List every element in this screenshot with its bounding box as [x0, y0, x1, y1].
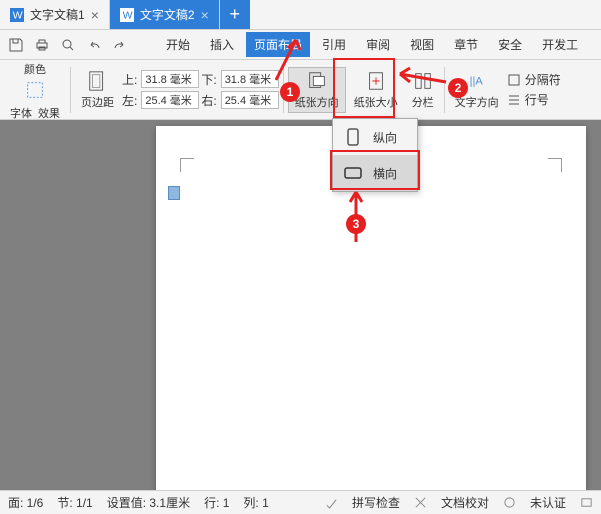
word-doc-icon: W	[10, 8, 24, 22]
toolbar-row: 开始 插入 页面布局 引用 审阅 视图 章节 安全 开发工	[0, 30, 601, 60]
paper-size-button[interactable]: 纸张大小	[348, 68, 404, 112]
main-menu: 开始 插入 页面布局 引用 审阅 视图 章节 安全 开发工	[158, 32, 586, 57]
print-icon[interactable]	[34, 37, 50, 53]
status-setval[interactable]: 设置值: 3.1厘米	[107, 494, 190, 511]
breaks-button[interactable]: 分隔符	[507, 71, 561, 88]
menu-review[interactable]: 审阅	[358, 32, 398, 57]
quick-access-toolbar	[8, 37, 128, 53]
status-section[interactable]: 节: 1/1	[57, 494, 92, 511]
menu-reference[interactable]: 引用	[314, 32, 354, 57]
auth-icon[interactable]	[503, 496, 516, 509]
undo-icon[interactable]	[86, 37, 102, 53]
palette-icon	[24, 79, 46, 101]
spell-icon[interactable]	[325, 496, 338, 509]
view-mode-icon[interactable]	[580, 496, 593, 509]
margin-corner	[548, 158, 562, 172]
font-label[interactable]: 字体	[10, 105, 32, 121]
annotation-badge-1: 1	[280, 82, 300, 102]
orientation-icon	[306, 70, 328, 92]
menu-dev[interactable]: 开发工	[534, 32, 586, 57]
orientation-dropdown: 纵向 横向	[332, 118, 418, 192]
status-col[interactable]: 列: 1	[243, 494, 268, 511]
margins-icon	[87, 70, 109, 92]
margin-bottom-input[interactable]	[221, 70, 279, 88]
columns-icon	[412, 70, 434, 92]
columns-button[interactable]: 分栏	[406, 68, 440, 112]
orientation-portrait[interactable]: 纵向	[333, 119, 417, 155]
margin-right-input[interactable]	[221, 91, 279, 109]
new-tab-button[interactable]: +	[220, 0, 250, 29]
status-auth[interactable]: 未认证	[530, 494, 566, 511]
svg-text:W: W	[123, 9, 133, 21]
doc-tab-1[interactable]: W 文字文稿1 ×	[0, 0, 110, 29]
margins-button[interactable]: 页边距	[75, 68, 120, 112]
menu-insert[interactable]: 插入	[202, 32, 242, 57]
breaks-group: 分隔符 行号	[507, 71, 561, 108]
margin-corner	[180, 158, 194, 172]
annotation-badge-2: 2	[448, 78, 468, 98]
orientation-landscape[interactable]: 横向	[333, 155, 417, 191]
status-row[interactable]: 行: 1	[204, 494, 229, 511]
ribbon: 颜色 字体 效果 页边距 上: 左: 下: 右: 纸张方向 纸张大小 分栏 ||…	[0, 60, 601, 120]
landscape-icon	[343, 163, 363, 183]
close-icon[interactable]: ×	[201, 7, 209, 23]
status-bar: 面: 1/6 节: 1/1 设置值: 3.1厘米 行: 1 列: 1 拼写检查 …	[0, 490, 601, 514]
portrait-icon	[343, 127, 363, 147]
save-icon[interactable]	[8, 37, 24, 53]
status-spell[interactable]: 拼写检查	[352, 494, 400, 511]
doc-tab-label: 文字文稿2	[140, 6, 195, 23]
annotation-badge-3: 3	[346, 214, 366, 234]
color-button[interactable]: 颜色	[18, 59, 52, 103]
paper-size-icon	[365, 70, 387, 92]
menu-section[interactable]: 章节	[446, 32, 486, 57]
menu-page-layout[interactable]: 页面布局	[246, 32, 310, 57]
ribbon-theme-group: 颜色 字体 效果	[4, 60, 66, 119]
word-doc-icon: W	[120, 8, 134, 22]
doc-tab-label: 文字文稿1	[30, 6, 85, 23]
margin-inputs-2: 下: 右:	[201, 70, 278, 109]
lineno-icon	[507, 93, 521, 107]
menu-view[interactable]: 视图	[402, 32, 442, 57]
margin-inputs: 上: 左:	[122, 70, 199, 109]
doc-tab-2[interactable]: W 文字文稿2 ×	[110, 0, 220, 29]
document-tabs-bar: W 文字文稿1 × W 文字文稿2 × +	[0, 0, 601, 30]
text-direction-icon: ||A	[466, 70, 488, 92]
page-thumbnail-icon	[168, 186, 180, 200]
menu-security[interactable]: 安全	[490, 32, 530, 57]
status-page[interactable]: 面: 1/6	[8, 494, 43, 511]
svg-text:||A: ||A	[469, 75, 483, 87]
status-proof[interactable]: 文档校对	[441, 494, 489, 511]
close-icon[interactable]: ×	[91, 7, 99, 23]
proof-icon[interactable]	[414, 496, 427, 509]
redo-icon[interactable]	[112, 37, 128, 53]
preview-icon[interactable]	[60, 37, 76, 53]
menu-start[interactable]: 开始	[158, 32, 198, 57]
margin-top-input[interactable]	[141, 70, 199, 88]
margin-left-input[interactable]	[141, 91, 199, 109]
document-area[interactable]	[0, 120, 601, 490]
breaks-icon	[507, 73, 521, 87]
line-number-button[interactable]: 行号	[507, 91, 561, 108]
effect-label[interactable]: 效果	[38, 105, 60, 121]
svg-text:W: W	[13, 9, 23, 21]
